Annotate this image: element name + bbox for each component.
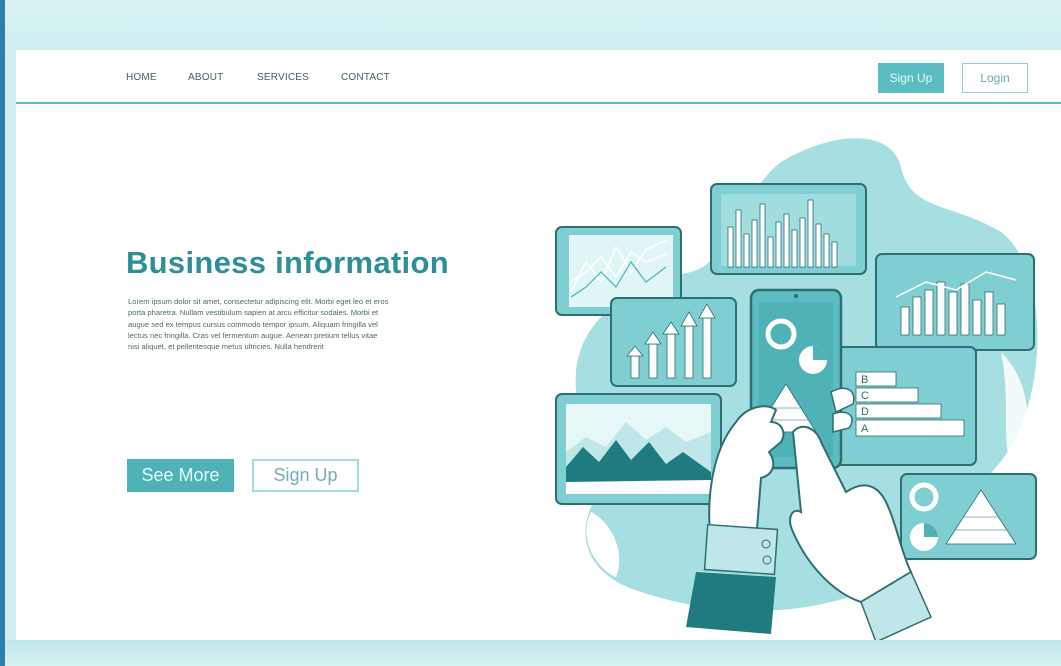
nav-login-button[interactable]: Login [962,63,1028,93]
donut-pyramid-panel [900,473,1037,560]
business-illustration: B C D A [555,138,1038,640]
nav-link-about[interactable]: ABOUT [188,72,223,83]
nav-link-services[interactable]: SERVICES [257,72,309,83]
nav-link-contact[interactable]: CONTACT [341,72,390,83]
bar-line-chart-panel [875,253,1035,351]
see-more-button[interactable]: See More [127,459,234,492]
stair-letter-b: B [861,374,868,386]
top-navigation: HOME ABOUT SERVICES CONTACT Sign Up Logi… [16,50,1061,104]
left-edge-bar [0,0,5,666]
bottom-band [5,640,1061,666]
nav-signup-button[interactable]: Sign Up [878,63,944,93]
hero-title: Business information [126,245,449,280]
bar-chart-panel [710,183,867,275]
landing-page: HOME ABOUT SERVICES CONTACT Sign Up Logi… [16,50,1061,640]
area-chart-panel [555,393,722,505]
staircase-chart-panel: B C D A [830,346,977,466]
growth-arrows-panel [610,297,737,387]
top-band [5,0,1061,50]
hero-signup-button[interactable]: Sign Up [252,459,359,492]
stair-letter-c: C [861,390,869,402]
stair-letter-a: A [861,423,869,435]
nav-link-home[interactable]: HOME [126,72,157,83]
hero-body-text: Lorem ipsum dolor sit amet, consectetur … [128,297,389,352]
stair-letter-d: D [861,406,869,418]
